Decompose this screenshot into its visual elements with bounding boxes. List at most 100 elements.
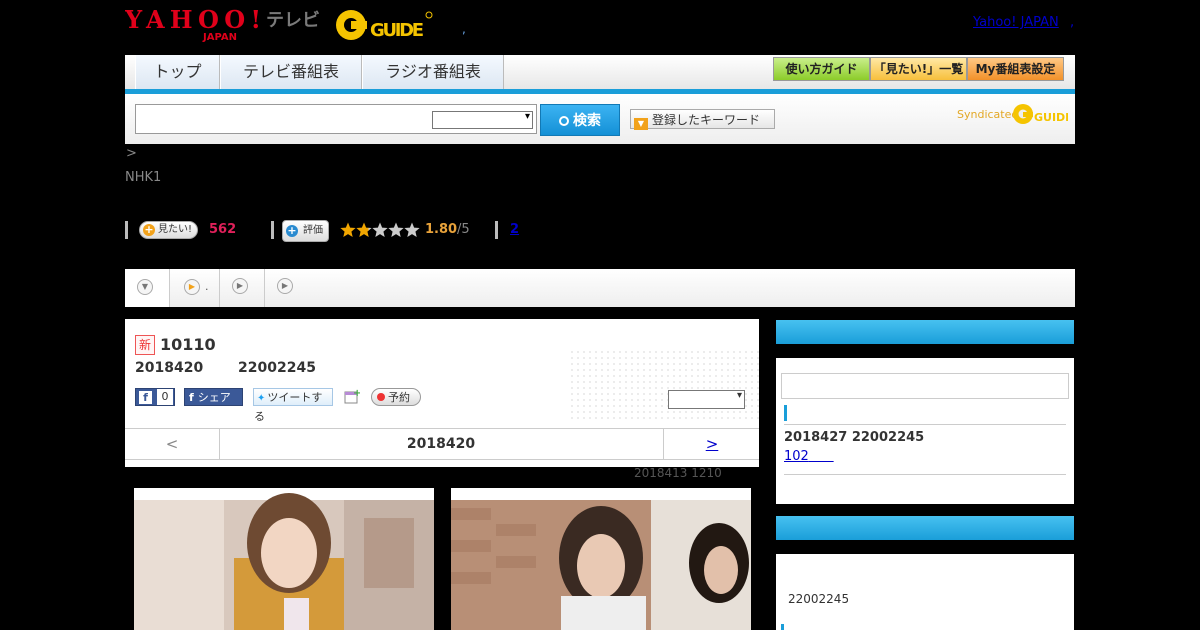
saved-keywords-button[interactable]: ▼ 登録したキーワード [630, 109, 775, 130]
svg-text:GUIDE: GUIDE [1034, 111, 1068, 124]
program-date: 2018420 [135, 360, 204, 376]
share-label: シェア [197, 391, 231, 404]
program-title: 10110 [160, 335, 216, 354]
dropdown-arrow-icon: ▼ [634, 118, 648, 130]
program-tabs: ▼ ▶ . ▶ ▶ [125, 269, 1075, 307]
facebook-like-button[interactable]: f0 [135, 388, 175, 406]
photo-two-women [451, 488, 751, 630]
sidebar-box2-header [776, 516, 1074, 540]
plus-icon: + [286, 224, 298, 237]
section-marker [781, 624, 784, 630]
divider [495, 221, 498, 239]
program-photo-1[interactable] [134, 488, 434, 630]
search-icon [559, 116, 569, 126]
section-marker [784, 405, 787, 421]
yahoo-japan-link[interactable]: Yahoo! JAPAN [973, 15, 1059, 30]
rating-score: 1.80 [425, 222, 458, 237]
tab-3[interactable]: ▶ [220, 269, 264, 307]
tab-2[interactable]: ▶ . [170, 269, 219, 307]
next-broadcast-date: 2018427 22002245 [784, 430, 925, 445]
star-icon [404, 222, 420, 237]
sidebar-box1-header [776, 320, 1074, 344]
want-count: 562 [209, 222, 237, 237]
star-icon [340, 222, 356, 237]
facebook-icon: f [189, 391, 194, 404]
tab-tv-listings[interactable]: テレビ番組表 [220, 55, 362, 89]
calendar-add-icon[interactable]: + [344, 388, 361, 404]
tab-radio-listings[interactable]: ラジオ番組表 [362, 55, 504, 89]
usage-guide-button[interactable]: 使い方ガイド [773, 57, 870, 81]
header-separator: , [462, 22, 466, 36]
updated-note: 2018413 1210 [634, 466, 722, 480]
current-date: 2018420 [406, 436, 476, 452]
program-photo-2[interactable] [451, 488, 751, 630]
sidebar-input[interactable] [781, 373, 1069, 399]
want-to-watch-button[interactable]: + 見たい! [139, 221, 199, 239]
facebook-icon: f [139, 391, 152, 404]
star-icon [372, 222, 388, 237]
want-list-button[interactable]: 「見たい!」一覧 [870, 57, 967, 81]
chevron-down-icon: ▾ [736, 390, 742, 401]
play-icon: ▶ [232, 278, 248, 294]
tab-top[interactable]: トップ [135, 55, 220, 89]
chevron-down-icon: ▾ [524, 111, 530, 122]
rating-max: /5 [457, 222, 470, 237]
sidebar-box2: 22002245 [776, 554, 1074, 630]
photo-woman-smiling [134, 488, 434, 630]
divider [784, 474, 1066, 475]
gguide-small-logo: GUIDE [1013, 104, 1068, 124]
previous-date-button[interactable]: < [125, 429, 220, 459]
facebook-count: 0 [157, 389, 173, 405]
sidebar-box1: 2018427 22002245 102 [776, 358, 1074, 504]
next-date-link[interactable]: > [663, 429, 760, 459]
tweet-button[interactable]: ✦ ツイートする [253, 388, 333, 423]
sidebar-box2-subheader [776, 540, 1074, 554]
syndicated-label: Syndicated [957, 108, 1019, 121]
search-bar: ▾ 検索 ▼ 登録したキーワード Syndicated GUIDE [125, 94, 1075, 144]
divider [271, 221, 274, 239]
play-icon: ▶ [184, 279, 200, 295]
program-detail: 新 10110 2018420 22002245 f0 f シェア ✦ ツイートする… [125, 319, 759, 467]
sidebar-broadcast-time: 22002245 [788, 592, 850, 606]
review-label: 評価 [303, 225, 323, 236]
tab-2-label: . [205, 280, 209, 293]
my-listings-settings-button[interactable]: My番組表設定 [967, 57, 1064, 81]
plus-icon: + [143, 223, 155, 236]
main-nav: トップ テレビ番組表 ラジオ番組表 使い方ガイド 「見たい!」一覧 My番組表設… [125, 55, 1075, 94]
saved-keywords-label: 登録したキーワード [652, 113, 761, 127]
facebook-share-button[interactable]: f シェア [184, 388, 243, 406]
svg-text:GUIDE: GUIDE [370, 20, 424, 41]
chevron-down-icon: ▼ [137, 279, 153, 295]
review-button[interactable]: + 評価 [282, 220, 329, 242]
program-options-select[interactable]: ▾ [668, 390, 745, 409]
header-link-separator: , [1070, 15, 1075, 30]
program-time: 22002245 [238, 360, 316, 376]
gguide-logo[interactable]: GUIDE [334, 8, 434, 42]
twitter-bird-icon: ✦ [257, 393, 266, 404]
channel-name: NHK1 [125, 170, 162, 185]
want-label: 見たい! [158, 224, 193, 235]
tab-1[interactable]: ▼ [125, 269, 169, 307]
tv-logo-text: テレビ [266, 10, 320, 31]
tab-4[interactable]: ▶ [265, 269, 309, 307]
episode-link[interactable]: 102 [784, 449, 834, 464]
search-button[interactable]: 検索 [540, 104, 620, 136]
divider [784, 424, 1066, 425]
reserve-label: 予約 [388, 391, 410, 404]
date-navigation: < 2018420 > [125, 428, 759, 460]
review-count-link[interactable]: 2 [510, 222, 519, 237]
play-icon: ▶ [277, 278, 293, 294]
divider [125, 221, 128, 239]
sidebar-box1-subheader [776, 344, 1074, 358]
star-icon [356, 222, 372, 237]
star-rating [340, 222, 420, 237]
svg-text:JAPAN: JAPAN [202, 32, 237, 42]
new-badge: 新 [135, 335, 155, 355]
search-category-select[interactable]: ▾ [432, 111, 533, 129]
star-icon [388, 222, 404, 237]
breadcrumb-arrow: > [126, 146, 137, 161]
reserve-button[interactable]: 予約 [371, 388, 421, 406]
episode-link-label: 102 [784, 449, 809, 464]
search-button-label: 検索 [573, 113, 601, 129]
yahoo-japan-logo[interactable]: YAHOO! JAPAN [125, 6, 263, 42]
